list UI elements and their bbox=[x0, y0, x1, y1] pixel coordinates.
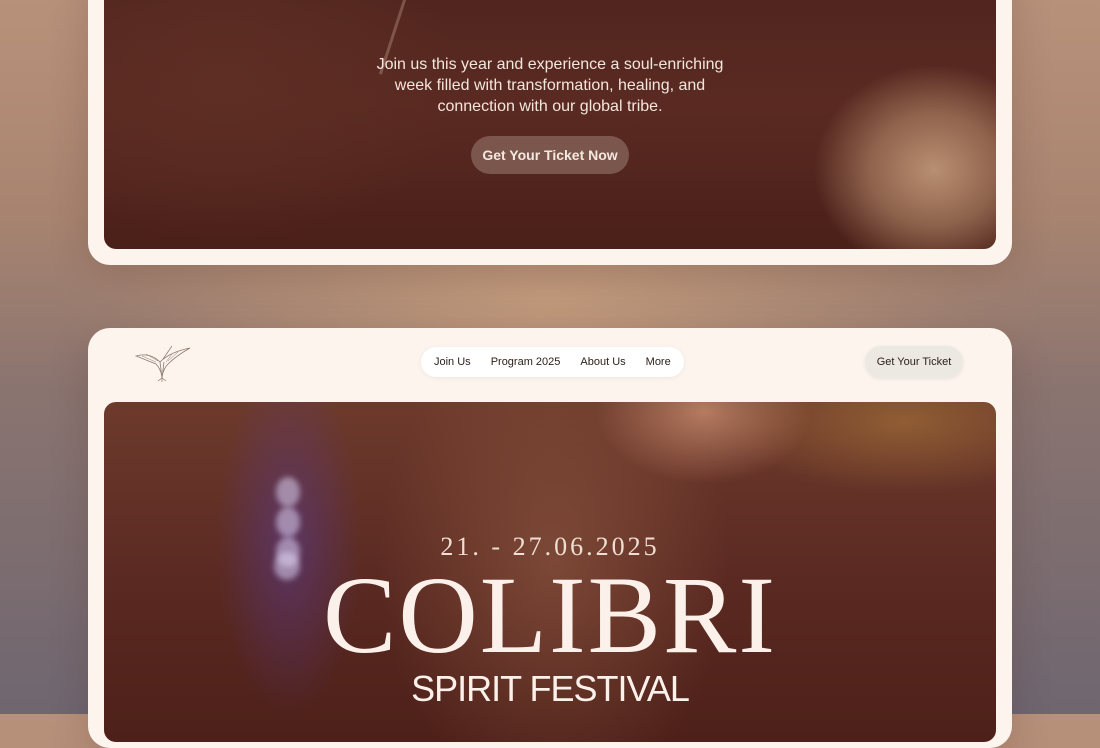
nav-join-us[interactable]: Join Us bbox=[434, 356, 471, 368]
nav-more[interactable]: More bbox=[646, 356, 671, 368]
hero-tagline: Join us this year and experience a soul-… bbox=[376, 56, 724, 115]
bokeh-light bbox=[276, 477, 300, 507]
nav-program-2025[interactable]: Program 2025 bbox=[491, 356, 561, 368]
previous-hero-image: Join us this year and experience a soul-… bbox=[104, 0, 996, 249]
get-ticket-now-button[interactable]: Get Your Ticket Now bbox=[471, 136, 629, 174]
festival-subtitle: SPIRIT FESTIVAL bbox=[411, 668, 690, 709]
previous-section-card: Join us this year and experience a soul-… bbox=[88, 0, 1012, 265]
festival-title: COLIBRI bbox=[323, 554, 777, 676]
hero-banner: 21. - 27.06.2025 COLIBRI SPIRIT FESTIVAL bbox=[104, 402, 996, 742]
nav-about-us[interactable]: About Us bbox=[580, 356, 625, 368]
hummingbird-logo-icon[interactable] bbox=[132, 342, 194, 382]
get-your-ticket-button[interactable]: Get Your Ticket bbox=[865, 346, 963, 378]
landing-card: Join Us Program 2025 About Us More Get Y… bbox=[88, 328, 1012, 748]
main-nav: Join Us Program 2025 About Us More bbox=[421, 347, 684, 377]
